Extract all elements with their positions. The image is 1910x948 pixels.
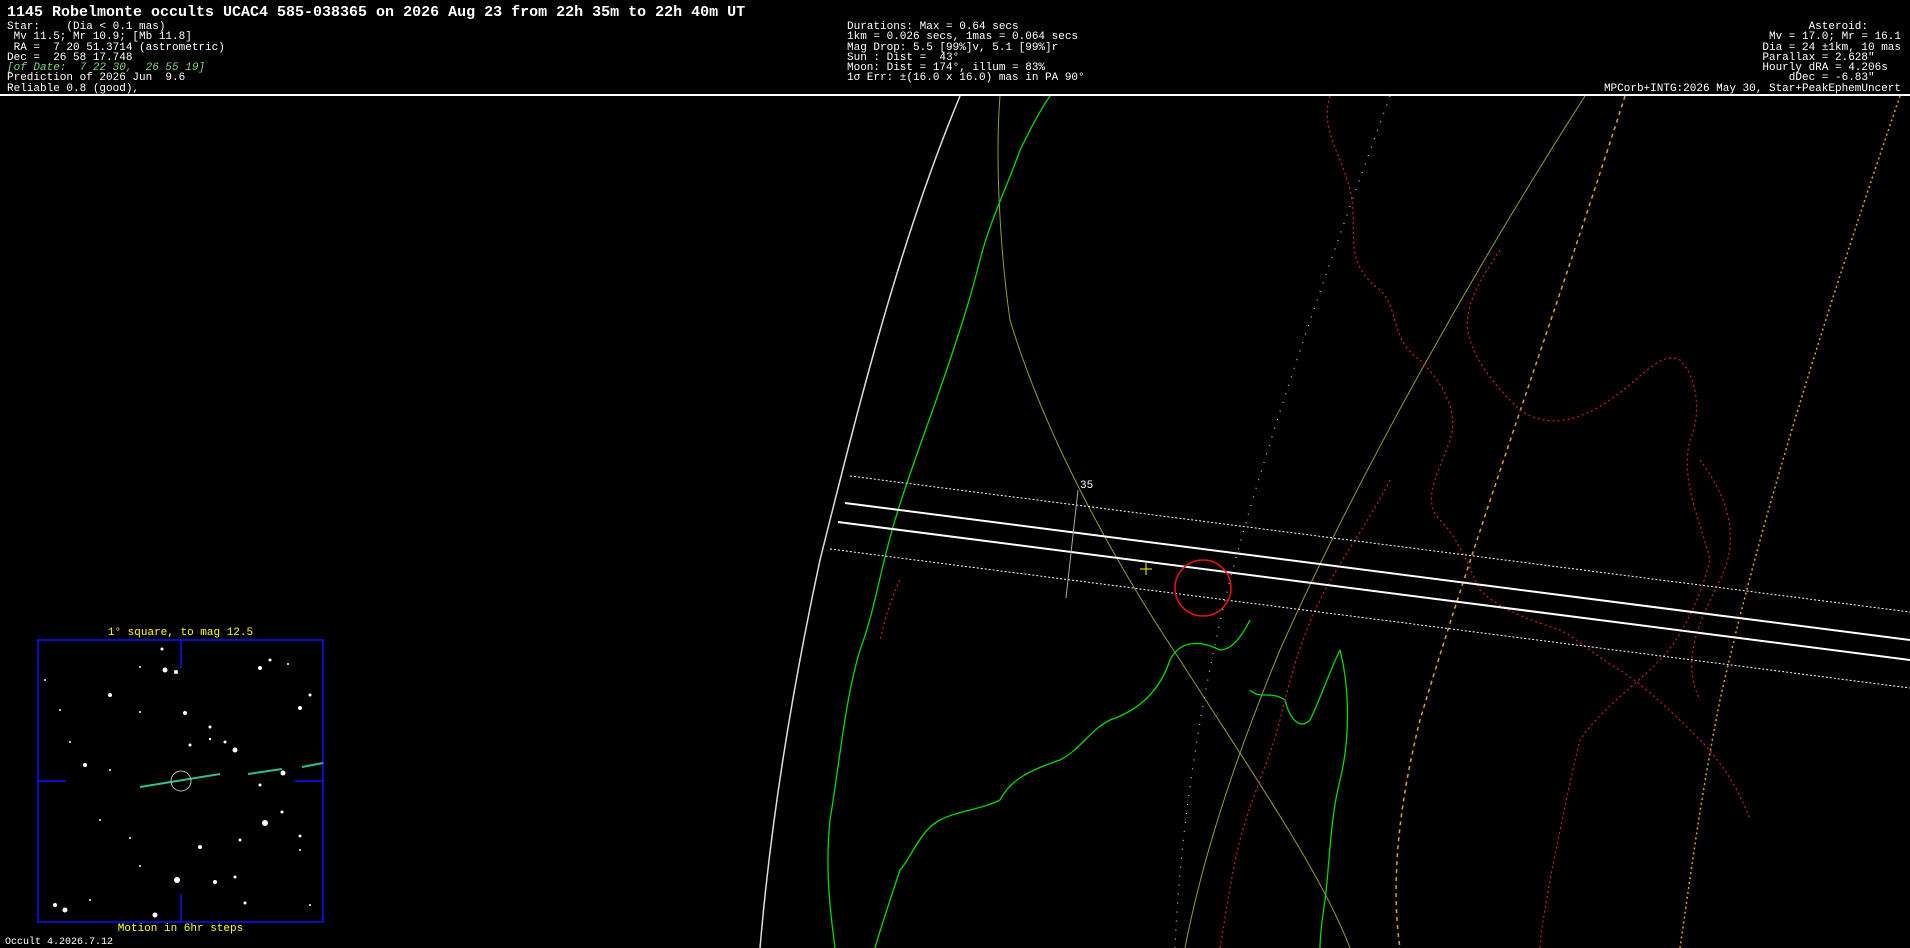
meridian-line bbox=[997, 95, 1351, 948]
field-star bbox=[183, 711, 187, 715]
field-star bbox=[238, 838, 242, 842]
path-time-label: 35 bbox=[1080, 480, 1094, 492]
field-star bbox=[99, 819, 101, 821]
field-star bbox=[62, 907, 68, 913]
field-star bbox=[258, 666, 262, 670]
coastline bbox=[1319, 649, 1349, 948]
country-border bbox=[1326, 95, 1751, 821]
field-star bbox=[233, 875, 237, 879]
path-edge-south bbox=[837, 521, 1910, 661]
field-star bbox=[44, 679, 46, 681]
field-star bbox=[83, 763, 87, 767]
field-star bbox=[139, 666, 141, 668]
field-star bbox=[262, 820, 268, 826]
field-star bbox=[129, 837, 131, 839]
field-star bbox=[268, 658, 272, 662]
country-border bbox=[1219, 479, 1391, 948]
asteroid-motion bbox=[247, 768, 283, 775]
meridian-line bbox=[1184, 95, 1586, 948]
occultation-map bbox=[37, 95, 1910, 948]
country-border bbox=[879, 579, 901, 641]
finder-title: 1° square, to mag 12.5 bbox=[107, 627, 254, 639]
field-star bbox=[89, 899, 91, 901]
asteroid-motion bbox=[301, 762, 324, 768]
field-star bbox=[160, 647, 164, 651]
field-star bbox=[188, 743, 192, 747]
field-star bbox=[208, 725, 212, 729]
field-star bbox=[198, 845, 202, 849]
field-star bbox=[309, 904, 311, 906]
asteroid-motion bbox=[139, 773, 221, 788]
field-star bbox=[308, 693, 312, 697]
field-star bbox=[232, 747, 238, 753]
field-star bbox=[174, 670, 178, 674]
field-star bbox=[280, 810, 284, 814]
field-star bbox=[258, 783, 262, 787]
field-star bbox=[280, 770, 286, 776]
field-star bbox=[109, 769, 111, 771]
field-star bbox=[223, 740, 227, 744]
field-star bbox=[108, 693, 112, 697]
field-star bbox=[139, 711, 141, 713]
field-star bbox=[139, 865, 141, 867]
field-star bbox=[208, 737, 212, 741]
field-star bbox=[152, 912, 158, 918]
finder-stars bbox=[44, 647, 312, 918]
twilight-line bbox=[1395, 95, 1626, 948]
coastline bbox=[874, 619, 1251, 948]
field-star bbox=[59, 709, 61, 711]
field-star bbox=[53, 903, 57, 907]
field-star bbox=[299, 849, 301, 851]
field-star bbox=[298, 706, 302, 710]
field-star bbox=[287, 663, 289, 665]
finder-motion-label: Motion in 6hr steps bbox=[117, 923, 244, 935]
field-star bbox=[298, 834, 302, 838]
coastline bbox=[1249, 649, 1341, 725]
time-marker bbox=[1065, 489, 1079, 599]
twilight-line bbox=[1679, 95, 1901, 948]
field-star bbox=[174, 877, 180, 883]
field-star bbox=[213, 880, 217, 884]
version-label: Occult 4.2026.7.12 bbox=[5, 937, 114, 948]
earth-limb bbox=[759, 95, 961, 948]
field-star bbox=[162, 667, 168, 673]
field-star bbox=[243, 901, 247, 905]
field-star bbox=[69, 741, 71, 743]
